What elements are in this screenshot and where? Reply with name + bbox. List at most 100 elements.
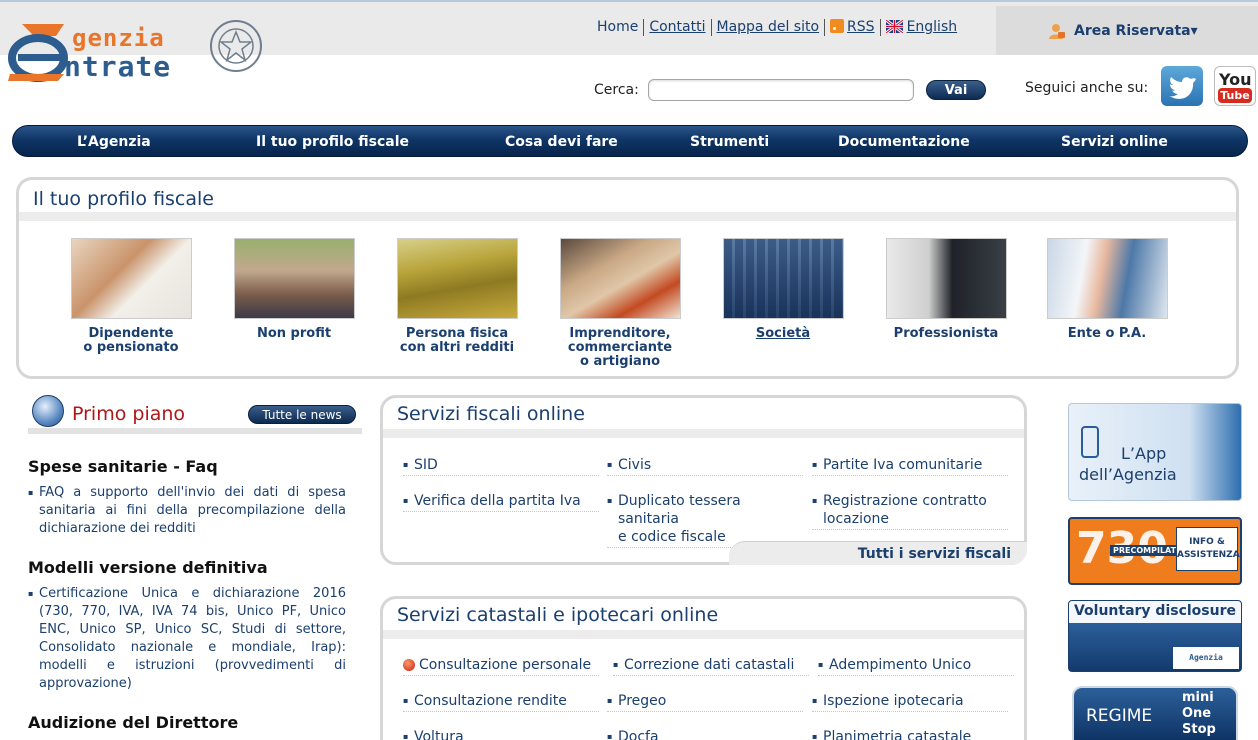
imprenditore-photo bbox=[559, 238, 681, 319]
clock-icon bbox=[32, 395, 64, 427]
nav-profilo-fiscale[interactable]: Il tuo profilo fiscale bbox=[256, 134, 409, 150]
rss-link[interactable]: RSS bbox=[847, 19, 875, 35]
republic-seal-icon bbox=[210, 20, 262, 72]
persona-fisica-photo bbox=[396, 238, 518, 319]
rss-link-wrapper[interactable]: RSS bbox=[824, 19, 880, 36]
profile-label: Dipendente o pensionato bbox=[83, 326, 179, 355]
news-title[interactable]: Modelli versione definitiva bbox=[28, 558, 346, 577]
home-link[interactable]: Home bbox=[592, 19, 643, 36]
logo-text-agenzia: genzia bbox=[72, 24, 165, 52]
rss-icon bbox=[830, 19, 845, 33]
profile-item-ente-pa[interactable]: Ente o P.A. bbox=[1027, 238, 1187, 341]
news-text[interactable]: Certificazione Unica e dichiarazione 201… bbox=[28, 585, 346, 693]
professionista-photo bbox=[885, 238, 1007, 319]
svc-link-duplicato-tessera[interactable]: Duplicato tessera sanitaria e codice fis… bbox=[607, 492, 803, 548]
app-banner-line1: L’App bbox=[1121, 444, 1167, 463]
svc-link-partite-iva-comunitarie[interactable]: Partite Iva comunitarie bbox=[812, 456, 1008, 476]
phone-icon bbox=[1081, 426, 1099, 458]
area-riservata-label: Area Riservata▾ bbox=[1074, 22, 1198, 39]
search-input[interactable] bbox=[648, 79, 914, 101]
dipendente-photo bbox=[70, 238, 192, 319]
profile-label: Imprenditore, commerciante o artigiano bbox=[567, 326, 673, 369]
profile-item-imprenditore[interactable]: Imprenditore, commerciante o artigiano bbox=[540, 238, 700, 369]
svc-link-voltura[interactable]: Voltura bbox=[403, 728, 599, 740]
logo-text-entrate: ntrate bbox=[64, 50, 172, 83]
svc-link-civis[interactable]: Civis bbox=[607, 456, 803, 476]
news-title[interactable]: Spese sanitarie - Faq bbox=[28, 457, 346, 476]
primo-piano-divider bbox=[28, 428, 362, 434]
nav-cosa-devi-fare[interactable]: Cosa devi fare bbox=[505, 134, 618, 150]
profile-label: Non profit bbox=[256, 326, 332, 341]
tutti-servizi-fiscali-link[interactable]: Tutti i servizi fiscali bbox=[729, 541, 1027, 565]
youtube-icon[interactable]: You Tube bbox=[1214, 66, 1256, 106]
top-links: Home Contatti Mappa del sito RSS English bbox=[592, 19, 962, 36]
servizi-divider bbox=[383, 429, 1024, 438]
profile-label: Professionista bbox=[893, 326, 999, 341]
search-submit-button[interactable]: Vai bbox=[926, 80, 986, 100]
twitter-bird-icon bbox=[1169, 77, 1196, 99]
vd-agenzia-badge: Agenzia Entrate bbox=[1173, 647, 1239, 669]
youtube-you-text: You bbox=[1219, 70, 1252, 89]
svc-link-ispezione-ipotecaria[interactable]: Ispezione ipotecaria bbox=[812, 692, 1008, 712]
svc-link-consultazione-rendite[interactable]: Consultazione rendite bbox=[403, 692, 599, 712]
profile-label: Società bbox=[755, 326, 811, 341]
area-riservata-menu[interactable]: Area Riservata▾ bbox=[996, 6, 1258, 55]
svc-link-registrazione-contratto[interactable]: Registrazione contratto locazione bbox=[812, 492, 1008, 530]
non-profit-photo bbox=[233, 238, 355, 319]
profile-label: Persona fisica con altri redditi bbox=[399, 326, 515, 355]
svc-link-consultazione-personale[interactable]: Consultazione personale bbox=[403, 656, 599, 676]
vd-title: Voluntary disclosure bbox=[1073, 603, 1237, 619]
nav-strumenti[interactable]: Strumenti bbox=[690, 134, 769, 150]
primo-piano-header: Primo piano Tutte le news bbox=[28, 395, 362, 431]
english-link-wrapper[interactable]: English bbox=[879, 19, 963, 36]
news-item: Modelli versione definitiva Certificazio… bbox=[28, 558, 346, 693]
svc-link-sid[interactable]: SID bbox=[403, 456, 599, 476]
english-link[interactable]: English bbox=[907, 19, 958, 35]
svc-link-pregeo[interactable]: Pregeo bbox=[607, 692, 803, 712]
svc-link-planimetria[interactable]: Planimetria catastale bbox=[812, 728, 1008, 740]
news-text[interactable]: FAQ a supporto dell'invio dei dati di sp… bbox=[28, 484, 346, 538]
profile-item-non-profit[interactable]: Non profit bbox=[214, 238, 374, 341]
tutte-le-news-button[interactable]: Tutte le news bbox=[248, 405, 356, 424]
svc-link-docfa[interactable]: Docfa bbox=[607, 728, 803, 740]
contatti-link[interactable]: Contatti bbox=[643, 19, 710, 36]
svc-link-correzione-dati[interactable]: Correzione dati catastali bbox=[613, 656, 809, 676]
mini-one-stop-label: mini One Stop bbox=[1182, 690, 1216, 737]
profile-item-dipendente[interactable]: Dipendente o pensionato bbox=[51, 238, 211, 355]
news-title[interactable]: Audizione del Direttore bbox=[28, 713, 346, 732]
nav-agenzia[interactable]: L’Agenzia bbox=[77, 134, 151, 150]
agenzia-entrate-logo[interactable]: genzia ntrate bbox=[8, 14, 268, 84]
regime-label: REGIME bbox=[1086, 706, 1153, 726]
app-banner-line2: dell’Agenzia bbox=[1079, 465, 1177, 484]
app-agenzia-banner[interactable]: L’App dell’Agenzia bbox=[1068, 403, 1242, 501]
nav-servizi-online[interactable]: Servizi online bbox=[1061, 134, 1168, 150]
svc-link-verifica-partita-iva[interactable]: Verifica della partita Iva bbox=[403, 492, 599, 512]
profile-label: Ente o P.A. bbox=[1067, 326, 1147, 341]
primo-piano-title: Primo piano bbox=[72, 403, 186, 425]
profile-item-professionista[interactable]: Professionista bbox=[866, 238, 1026, 341]
societa-photo bbox=[722, 238, 844, 319]
news-item: Audizione del Direttore bbox=[28, 713, 346, 740]
servizi-fiscali-box: Servizi fiscali online SID Civis Partite… bbox=[380, 395, 1027, 565]
logo-e-mark-icon bbox=[8, 24, 68, 82]
profile-item-persona-fisica[interactable]: Persona fisica con altri redditi bbox=[377, 238, 537, 355]
search-label: Cerca: bbox=[594, 82, 639, 98]
profilo-fiscale-box: Il tuo profilo fiscale Dipendente o pens… bbox=[16, 177, 1239, 379]
mappa-sito-link[interactable]: Mappa del sito bbox=[710, 19, 825, 36]
ente-pa-photo bbox=[1046, 238, 1168, 319]
twitter-icon[interactable] bbox=[1161, 66, 1203, 106]
profilo-divider bbox=[19, 212, 1236, 221]
regime-mini-one-stop-banner[interactable]: REGIME mini One Stop bbox=[1072, 686, 1238, 740]
main-nav: L’Agenzia Il tuo profilo fiscale Cosa de… bbox=[12, 125, 1248, 157]
uk-flag-icon bbox=[885, 20, 903, 33]
voluntary-disclosure-banner[interactable]: Voluntary disclosure Agenzia Entrate bbox=[1068, 600, 1242, 672]
servizi-divider bbox=[383, 630, 1024, 639]
svc-link-adempimento-unico[interactable]: Adempimento Unico bbox=[818, 656, 1014, 676]
header: genzia ntrate Home Contatti Mappa del si… bbox=[0, 0, 1258, 124]
profile-item-societa[interactable]: Società bbox=[703, 238, 863, 341]
730-precompilato-banner[interactable]: 730 PRECOMPILATO INFO & ASSISTENZA bbox=[1068, 517, 1242, 585]
news-item: Spese sanitarie - Faq FAQ a supporto del… bbox=[28, 457, 346, 538]
profilo-fiscale-title: Il tuo profilo fiscale bbox=[33, 188, 214, 210]
nav-documentazione[interactable]: Documentazione bbox=[838, 134, 970, 150]
730-info-label: INFO & ASSISTENZA bbox=[1176, 527, 1240, 571]
